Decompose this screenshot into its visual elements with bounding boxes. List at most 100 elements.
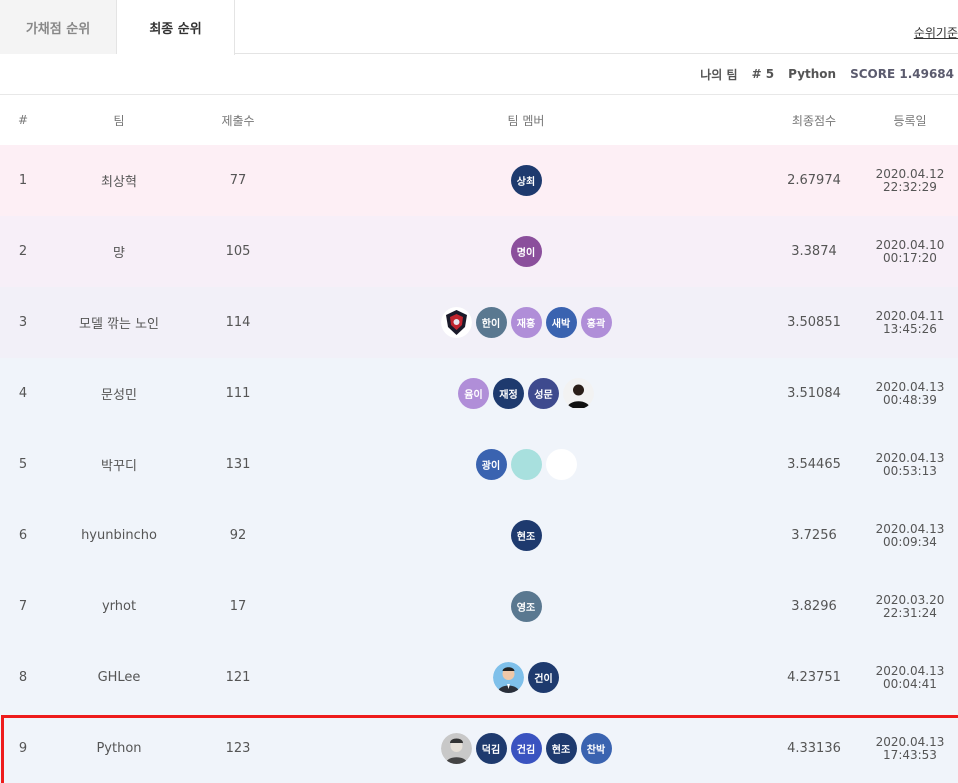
row-rank: 6 [18,528,28,543]
row-date-day: 2020.04.13 [875,734,945,749]
member-avatar-photo[interactable] [440,733,472,764]
table-row[interactable]: 9 Python 123 덕김 건김 현조 찬박 4.33136 2020.04.13 17:43… [0,713,958,783]
leaderboard-table: 1 최상혁 77 상최 2.67974 2020.04.12 22:32:29 2 먕 105 명이… [0,145,958,783]
row-date-time: 00:04:41 [883,676,937,691]
row-team-name[interactable]: 문성민 [46,358,192,429]
row-submissions: 123 [225,741,251,756]
row-submissions: 111 [225,386,251,401]
row-team-name[interactable]: 최상혁 [46,145,192,216]
row-date: 2020.04.13 00:04:41 [860,642,958,713]
tab-public-ranking[interactable]: 가채점 순위 [0,0,117,54]
row-team-name[interactable]: 먕 [46,216,192,287]
member-avatar[interactable]: 한이 [475,307,507,338]
member-avatar[interactable]: 상최 [510,165,542,196]
row-score: 3.50851 [787,315,841,330]
row-members: 광이 [284,429,768,500]
member-avatar-emblem[interactable] [440,307,472,338]
row-members: 덕김 건김 현조 찬박 [284,713,768,783]
row-date-time: 00:17:20 [883,250,937,265]
table-row[interactable]: 7 yrhot 17 영조 3.8296 2020.03.20 22:31:24 [0,571,958,642]
table-row[interactable]: 6 hyunbincho 92 현조 3.7256 2020.04.13 00:09:34 [0,500,958,571]
row-score: 2.67974 [787,173,841,188]
row-members: 한이 재홍 새박 홍곽 [284,287,768,358]
row-members: 영조 [284,571,768,642]
member-avatar[interactable]: 영조 [510,591,542,622]
member-avatar[interactable]: 명이 [510,236,542,267]
member-avatar[interactable]: 현조 [510,520,542,551]
header-members: 팀 멤버 [507,113,545,128]
header-team: 팀 [113,113,125,128]
row-members: 현조 [284,500,768,571]
table-row[interactable]: 3 모델 깎는 노인 114 한이 재홍 새박 홍곽 3.50851 2020.04.11 13:… [0,287,958,358]
member-avatar-photo[interactable] [563,378,594,409]
member-avatar[interactable] [545,449,577,480]
member-avatar[interactable]: 홍곽 [580,307,612,338]
row-score: 3.3874 [791,244,837,259]
header-submissions: 제출수 [221,113,255,128]
member-avatar[interactable]: 덕김 [475,733,507,764]
table-row[interactable]: 1 최상혁 77 상최 2.67974 2020.04.12 22:32:29 [0,145,958,216]
row-team-name[interactable]: Python [46,713,192,783]
row-date-day: 2020.04.13 [875,521,945,536]
table-row[interactable]: 8 GHLee 121 건이 4.23751 2020.04.13 00:04:41 [0,642,958,713]
row-members: 상최 [284,145,768,216]
member-avatar[interactable]: 윰이 [458,378,489,409]
row-date: 2020.04.10 00:17:20 [860,216,958,287]
row-team-name[interactable]: 모델 깎는 노인 [46,287,192,358]
header-date: 등록일 [893,113,927,128]
row-members: 명이 [284,216,768,287]
row-submissions: 105 [225,244,251,259]
row-team-name[interactable]: 박꾸디 [46,429,192,500]
row-date-day: 2020.04.13 [875,663,945,678]
ranking-criteria-link[interactable]: 순위기준 [914,24,958,41]
row-team-name[interactable]: yrhot [46,571,192,642]
member-avatar[interactable] [510,449,542,480]
row-date-day: 2020.04.12 [875,166,945,181]
header-rank: # [17,113,29,127]
row-date-time: 00:09:34 [883,534,937,549]
table-header: # 팀 제출수 팀 멤버 최종점수 등록일 [0,95,958,145]
row-date: 2020.04.13 17:43:53 [860,713,958,783]
row-rank: 2 [18,244,28,259]
table-row[interactable]: 5 박꾸디 131 광이 3.54465 2020.04.13 00:53:13 [0,429,958,500]
member-avatar[interactable]: 재홍 [510,307,542,338]
member-avatar-photo[interactable] [493,662,524,693]
row-team-name[interactable]: hyunbincho [46,500,192,571]
my-team-bar: 나의 팀 # 5 Python SCORE 1.49684 [0,54,958,95]
ranking-tabs: 가채점 순위 최종 순위 순위기준 [0,0,958,55]
row-submissions: 114 [225,315,251,330]
row-date-day: 2020.04.11 [875,308,945,323]
table-row[interactable]: 4 문성민 111 윰이 재정 성문 3.51084 2020.04.13 00:48:39 [0,358,958,429]
row-date-time: 17:43:53 [883,747,937,762]
table-row[interactable]: 2 먕 105 명이 3.3874 2020.04.10 00:17:20 [0,216,958,287]
member-avatar[interactable]: 건이 [528,662,559,693]
member-avatar[interactable]: 건김 [510,733,542,764]
row-submissions: 121 [225,670,251,685]
row-team-name[interactable]: GHLee [46,642,192,713]
row-rank: 7 [18,599,28,614]
member-avatar[interactable]: 현조 [545,733,577,764]
row-date-day: 2020.04.13 [875,450,945,465]
row-submissions: 77 [229,173,247,188]
member-avatar[interactable]: 재정 [493,378,524,409]
row-score: 3.8296 [791,599,837,614]
row-date: 2020.04.12 22:32:29 [860,145,958,216]
row-members: 건이 [284,642,768,713]
member-avatar[interactable]: 광이 [475,449,507,480]
row-score: 3.54465 [787,457,841,472]
member-avatar[interactable]: 성문 [528,378,559,409]
tab-final-ranking[interactable]: 최종 순위 [117,0,235,55]
row-date-day: 2020.03.20 [875,592,945,607]
row-rank: 5 [18,457,28,472]
row-score: 4.33136 [787,741,841,756]
row-date: 2020.04.13 00:53:13 [860,429,958,500]
row-submissions: 17 [229,599,247,614]
member-avatar[interactable]: 찬박 [580,733,612,764]
row-rank: 3 [18,315,28,330]
row-submissions: 92 [229,528,247,543]
row-date: 2020.04.13 00:48:39 [860,358,958,429]
my-team-score: SCORE 1.49684 [850,67,954,81]
row-date-day: 2020.04.13 [875,379,945,394]
row-rank: 1 [18,173,28,188]
member-avatar[interactable]: 새박 [545,307,577,338]
